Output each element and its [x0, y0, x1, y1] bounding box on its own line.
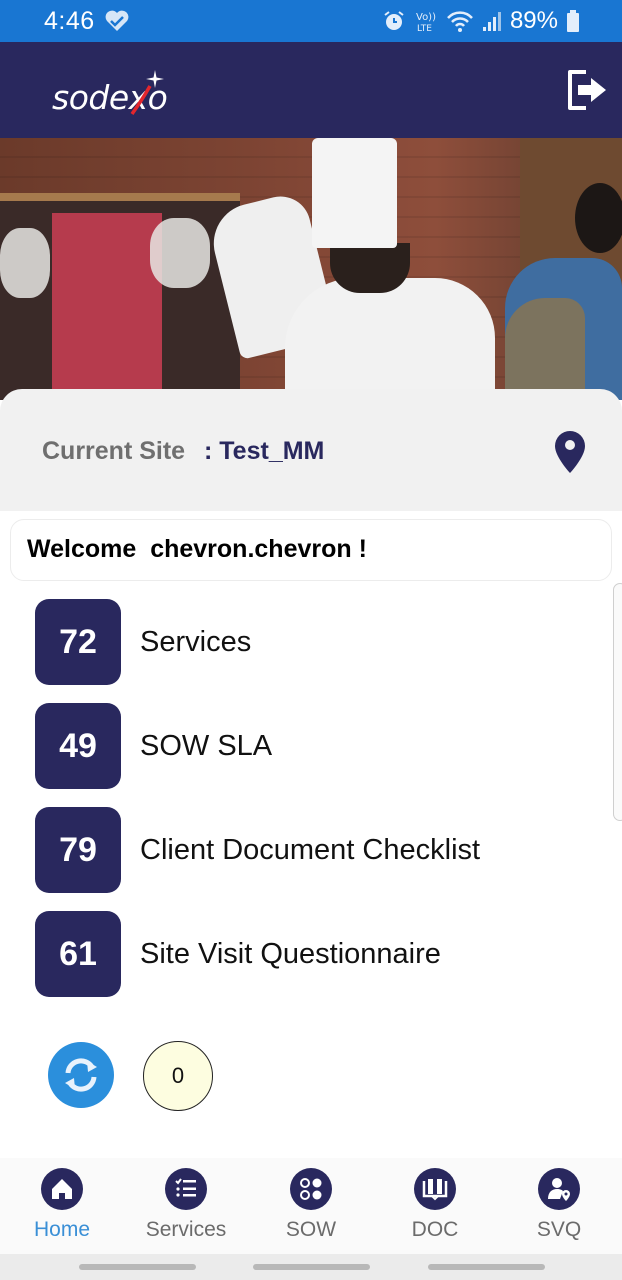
nav-label: DOC [411, 1218, 459, 1241]
current-site-value: : Test_MM [204, 437, 325, 465]
count-label: Services [140, 626, 252, 658]
current-site-card: Current Site : Test_MM [0, 389, 622, 511]
location-pin-icon [555, 431, 585, 473]
app-header: sodexo [0, 42, 622, 138]
refresh-icon [65, 1058, 97, 1092]
change-site-button[interactable] [553, 429, 587, 475]
checklist-icon [165, 1168, 207, 1210]
count-row-sow-sla[interactable]: 49 SOW SLA [35, 703, 595, 807]
battery-icon [566, 9, 580, 33]
alarm-icon [382, 9, 406, 33]
svg-text:LTE: LTE [417, 24, 432, 33]
count-badge: 61 [35, 911, 121, 997]
user-location-icon [538, 1168, 580, 1210]
nav-sow[interactable]: SOW [256, 1168, 366, 1248]
back-system-button[interactable] [428, 1264, 545, 1270]
sodexo-logo: sodexo [52, 70, 182, 118]
book-icon [414, 1168, 456, 1210]
count-list: 72 Services 49 SOW SLA 79 Client Documen… [35, 599, 595, 1015]
welcome-text: Welcome chevron.chevron ! [27, 535, 367, 563]
count-label: Client Document Checklist [140, 834, 481, 866]
nav-label: SVQ [536, 1218, 582, 1241]
count-badge: 72 [35, 599, 121, 685]
pending-sync-counter: 0 [143, 1041, 213, 1111]
count-badge: 79 [35, 807, 121, 893]
grid-circles-icon [290, 1168, 332, 1210]
home-icon [41, 1168, 83, 1210]
nav-services[interactable]: Services [131, 1168, 241, 1248]
nav-svq[interactable]: SVQ [504, 1168, 614, 1248]
logout-icon [568, 70, 606, 110]
nav-doc[interactable]: DOC [380, 1168, 490, 1248]
logout-button[interactable] [564, 66, 608, 114]
nav-label: SOW [285, 1218, 337, 1241]
status-time: 4:46 [44, 7, 95, 35]
volte-icon: Vo)) LTE [414, 9, 438, 33]
battery-percent: 89% [509, 7, 558, 34]
count-row-site-visit-questionnaire[interactable]: 61 Site Visit Questionnaire [35, 911, 595, 1015]
hero-image [0, 138, 622, 400]
nav-label: Services [145, 1218, 227, 1241]
count-badge: 49 [35, 703, 121, 789]
welcome-banner: Welcome chevron.chevron ! [10, 519, 612, 581]
status-bar: 4:46 Vo)) LTE 89% [0, 0, 622, 42]
bottom-nav: Home Services SOW DOC SVQ [0, 1158, 622, 1254]
current-site-label: Current Site [42, 437, 186, 465]
svg-text:Vo)): Vo)) [416, 12, 436, 23]
heart-check-icon [104, 9, 130, 33]
wifi-icon [446, 9, 474, 33]
signal-icon [482, 9, 502, 33]
count-label: Site Visit Questionnaire [140, 938, 441, 970]
nav-label: Home [33, 1218, 91, 1241]
refresh-button[interactable] [48, 1042, 114, 1108]
recent-apps-button[interactable] [79, 1264, 196, 1270]
count-row-client-document-checklist[interactable]: 79 Client Document Checklist [35, 807, 595, 911]
count-label: SOW SLA [140, 730, 273, 762]
scroll-handle[interactable] [613, 583, 622, 821]
nav-home[interactable]: Home [7, 1168, 117, 1248]
status-icons: Vo)) LTE 89% [382, 6, 580, 36]
logo-swoosh-icon [130, 85, 152, 116]
system-nav-bar [0, 1254, 622, 1280]
count-row-services[interactable]: 72 Services [35, 599, 595, 703]
home-system-button[interactable] [253, 1264, 370, 1270]
